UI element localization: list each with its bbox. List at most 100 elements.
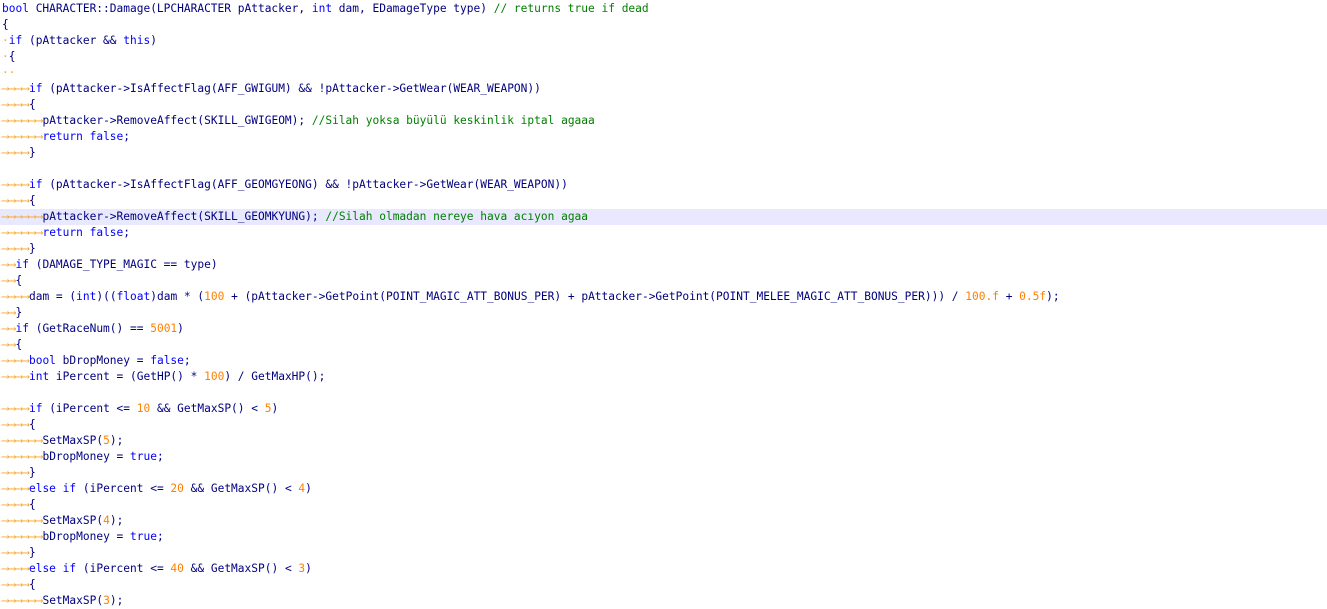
keyword-token: return false — [42, 226, 124, 239]
keyword-token: else if — [28, 562, 77, 575]
code-line[interactable]: ⟶⟶⟶⟶{ — [0, 497, 1327, 513]
tab-marker: ⟶⟶ — [2, 82, 16, 95]
code-line[interactable]: ⟶⟶⟶⟶⟶⟶SetMaxSP(3); — [0, 593, 1327, 609]
code-line[interactable]: ⟶⟶} — [0, 305, 1327, 321]
whitespace-marker: ·· — [2, 66, 16, 79]
tab-marker: ⟶⟶ — [15, 146, 29, 159]
code-line[interactable]: ⟶⟶⟶⟶} — [0, 545, 1327, 561]
tab-marker: ⟶⟶ — [2, 146, 16, 159]
code-line[interactable]: ⟶⟶⟶⟶{ — [0, 193, 1327, 209]
keyword-token: if — [28, 178, 43, 191]
code-line[interactable]: ⟶⟶if (GetRaceNum() == 5001) — [0, 321, 1327, 337]
code-token: } — [28, 466, 36, 479]
code-line[interactable]: ⟶⟶⟶⟶⟶⟶return false; — [0, 225, 1327, 241]
tab-marker: ⟶⟶ — [2, 450, 16, 463]
tab-marker: ⟶⟶ — [2, 514, 16, 527]
code-line[interactable]: ⟶⟶⟶⟶} — [0, 465, 1327, 481]
tab-marker: ⟶⟶ — [15, 546, 29, 559]
code-line[interactable]: ⟶⟶⟶⟶⟶⟶bDropMoney = true; — [0, 529, 1327, 545]
tab-marker: ⟶⟶ — [15, 82, 29, 95]
code-line[interactable]: ⟶⟶⟶⟶⟶⟶SetMaxSP(5); — [0, 433, 1327, 449]
code-line[interactable]: ⟶⟶⟶⟶⟶⟶pAttacker->RemoveAffect(SKILL_GWIG… — [0, 113, 1327, 129]
code-token: dam = ( — [28, 290, 77, 303]
code-token: } — [28, 546, 36, 559]
code-line[interactable]: ·· — [0, 65, 1327, 81]
code-token: { — [15, 274, 23, 287]
tab-marker: ⟶⟶ — [2, 130, 16, 143]
code-token: ) — [305, 562, 312, 575]
tab-marker: ⟶⟶ — [2, 274, 16, 287]
code-line[interactable]: ⟶⟶if (DAMAGE_TYPE_MAGIC == type) — [0, 257, 1327, 273]
code-token: { — [15, 338, 23, 351]
code-token: ) / GetMaxHP(); — [224, 370, 326, 383]
code-token: (pAttacker && — [22, 34, 124, 47]
keyword-token: if — [28, 82, 43, 95]
number-token: 10 — [136, 402, 151, 415]
code-line[interactable]: ⟶⟶⟶⟶} — [0, 241, 1327, 257]
code-token: dam, EDamageType type) — [332, 2, 494, 15]
code-token: ); — [1046, 290, 1060, 303]
code-line[interactable] — [0, 161, 1327, 177]
number-token: 5 — [103, 434, 110, 447]
tab-marker: ⟶⟶ — [2, 530, 16, 543]
code-line[interactable]: ⟶⟶⟶⟶else if (iPercent <= 20 && GetMaxSP(… — [0, 481, 1327, 497]
code-line[interactable]: ⟶⟶⟶⟶} — [0, 145, 1327, 161]
code-line[interactable]: ⟶⟶{ — [0, 337, 1327, 353]
tab-marker: ⟶⟶ — [28, 434, 43, 447]
tab-marker: ⟶⟶ — [28, 594, 43, 607]
number-token: 4 — [103, 514, 110, 527]
code-token: iPercent = (GetHP() * — [49, 370, 205, 383]
code-token: )(( — [96, 290, 117, 303]
code-line[interactable]: { — [0, 17, 1327, 33]
code-token: + (pAttacker->GetPoint(POINT_MAGIC_ATT_B… — [224, 290, 966, 303]
tab-marker: ⟶⟶ — [2, 594, 16, 607]
code-line[interactable]: ·if (pAttacker && this) — [0, 33, 1327, 49]
code-editor[interactable]: bool CHARACTER::Damage(LPCHARACTER pAtta… — [0, 0, 1327, 609]
tab-marker: ⟶⟶ — [2, 194, 16, 207]
tab-marker: ⟶⟶ — [15, 434, 29, 447]
tab-marker: ⟶⟶ — [15, 594, 29, 607]
code-token: { — [28, 578, 36, 591]
code-token: bDropMoney = — [42, 450, 131, 463]
tab-marker: ⟶⟶ — [2, 562, 16, 575]
code-line[interactable]: ⟶⟶⟶⟶{ — [0, 417, 1327, 433]
keyword-token: int — [311, 2, 333, 15]
current-code-line[interactable]: ⟶⟶⟶⟶⟶⟶pAttacker->RemoveAffect(SKILL_GEOM… — [0, 209, 1327, 225]
keyword-token: int — [28, 370, 50, 383]
code-token: ; — [123, 226, 131, 239]
number-token: 5 — [264, 402, 272, 415]
code-line[interactable]: ⟶⟶⟶⟶{ — [0, 97, 1327, 113]
tab-marker: ⟶⟶ — [2, 546, 16, 559]
code-line[interactable]: ⟶⟶⟶⟶bool bDropMoney = false; — [0, 353, 1327, 369]
code-line[interactable]: ⟶⟶⟶⟶{ — [0, 577, 1327, 593]
code-token: bDropMoney = — [42, 530, 131, 543]
whitespace-marker: · — [2, 34, 9, 47]
code-line[interactable]: ·{ — [0, 49, 1327, 65]
code-token: } — [28, 146, 36, 159]
tab-marker: ⟶⟶ — [28, 530, 43, 543]
code-token: } — [28, 242, 36, 255]
code-token: { — [28, 194, 36, 207]
code-line[interactable]: ⟶⟶⟶⟶if (pAttacker->IsAffectFlag(AFF_GWIG… — [0, 81, 1327, 97]
tab-marker: ⟶⟶ — [28, 450, 43, 463]
code-line[interactable]: ⟶⟶⟶⟶⟶⟶bDropMoney = true; — [0, 449, 1327, 465]
tab-marker: ⟶⟶ — [15, 530, 29, 543]
code-line[interactable]: ⟶⟶⟶⟶int iPercent = (GetHP() * 100) / Get… — [0, 369, 1327, 385]
code-line[interactable]: ⟶⟶{ — [0, 273, 1327, 289]
code-line[interactable]: bool CHARACTER::Damage(LPCHARACTER pAtta… — [0, 1, 1327, 17]
tab-marker: ⟶⟶ — [15, 290, 29, 303]
tab-marker: ⟶⟶ — [2, 498, 16, 511]
tab-marker: ⟶⟶ — [28, 226, 43, 239]
code-line[interactable]: ⟶⟶⟶⟶⟶⟶SetMaxSP(4); — [0, 513, 1327, 529]
code-line[interactable]: ⟶⟶⟶⟶if (pAttacker->IsAffectFlag(AFF_GEOM… — [0, 177, 1327, 193]
code-line[interactable]: ⟶⟶⟶⟶⟶⟶return false; — [0, 129, 1327, 145]
tab-marker: ⟶⟶ — [28, 210, 43, 223]
code-token: (DAMAGE_TYPE_MAGIC == type) — [28, 258, 218, 271]
code-line[interactable]: ⟶⟶⟶⟶dam = (int)((float)dam * (100 + (pAt… — [0, 289, 1327, 305]
code-line[interactable] — [0, 385, 1327, 401]
keyword-token: int — [76, 290, 97, 303]
whitespace-marker: · — [2, 50, 9, 63]
code-token: SetMaxSP( — [42, 514, 104, 527]
code-line[interactable]: ⟶⟶⟶⟶if (iPercent <= 10 && GetMaxSP() < 5… — [0, 401, 1327, 417]
code-line[interactable]: ⟶⟶⟶⟶else if (iPercent <= 40 && GetMaxSP(… — [0, 561, 1327, 577]
